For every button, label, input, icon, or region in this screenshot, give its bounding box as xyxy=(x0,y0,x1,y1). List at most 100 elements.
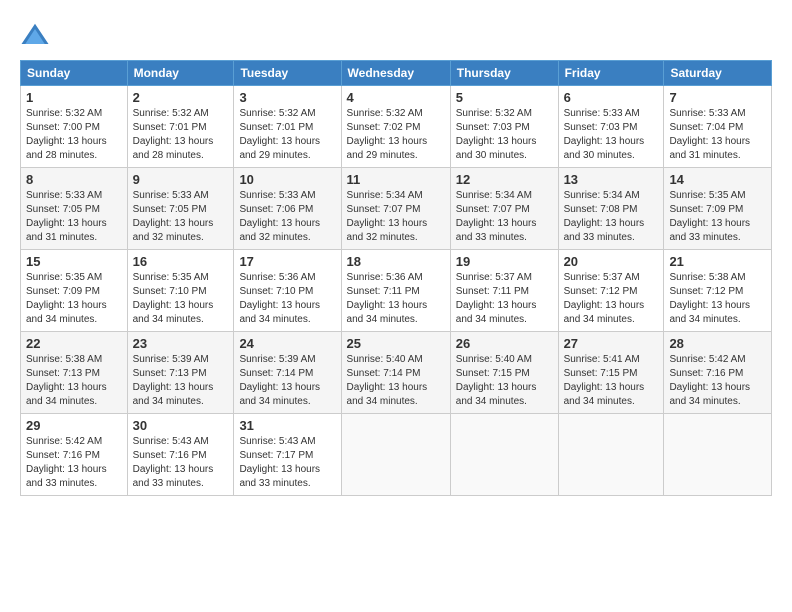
calendar-cell: 15Sunrise: 5:35 AM Sunset: 7:09 PM Dayli… xyxy=(21,250,128,332)
calendar-cell: 8 Sunrise: 5:33 AM Sunset: 7:05 PM Daylig… xyxy=(21,168,128,250)
day-number: 18 xyxy=(347,254,445,269)
day-number: 24 xyxy=(239,336,335,351)
calendar-cell: 26Sunrise: 5:40 AM Sunset: 7:15 PM Dayli… xyxy=(450,332,558,414)
day-info: Sunrise: 5:33 AM Sunset: 7:03 PM Dayligh… xyxy=(564,107,659,163)
calendar-cell: 20 Sunrise: 5:37 AM Sunset: 7:12 PM Dayli… xyxy=(558,250,664,332)
day-number: 7 xyxy=(669,90,766,105)
day-info: Sunrise: 5:34 AM Sunset: 7:08 PM Dayligh… xyxy=(564,189,659,245)
day-number: 19 xyxy=(456,254,553,269)
day-info: Sunrise: 5:33 AM Sunset: 7:06 PM Dayligh… xyxy=(239,189,335,245)
day-number: 11 xyxy=(347,172,445,187)
calendar-cell: 3 Sunrise: 5:32 AM Sunset: 7:01 PM Daylig… xyxy=(234,86,341,168)
calendar-cell xyxy=(450,414,558,496)
day-number: 5 xyxy=(456,90,553,105)
day-number: 2 xyxy=(133,90,229,105)
day-info: Sunrise: 5:32 AM Sunset: 7:02 PM Dayligh… xyxy=(347,107,445,163)
calendar-cell: 13Sunrise: 5:34 AM Sunset: 7:08 PM Dayli… xyxy=(558,168,664,250)
day-info: Sunrise: 5:33 AM Sunset: 7:04 PM Dayligh… xyxy=(669,107,766,163)
weekday-header-sunday: Sunday xyxy=(21,61,128,86)
day-info: Sunrise: 5:35 AM Sunset: 7:09 PM Dayligh… xyxy=(669,189,766,245)
calendar-table: SundayMondayTuesdayWednesdayThursdayFrid… xyxy=(20,60,772,496)
calendar-cell: 7 Sunrise: 5:33 AM Sunset: 7:04 PM Daylig… xyxy=(664,86,772,168)
calendar-cell: 22 Sunrise: 5:38 AM Sunset: 7:13 PM Dayli… xyxy=(21,332,128,414)
calendar-cell: 29 Sunrise: 5:42 AM Sunset: 7:16 PM Dayli… xyxy=(21,414,128,496)
calendar-cell: 28 Sunrise: 5:42 AM Sunset: 7:16 PM Dayli… xyxy=(664,332,772,414)
calendar-cell: 21 Sunrise: 5:38 AM Sunset: 7:12 PM Dayli… xyxy=(664,250,772,332)
calendar-cell: 11 Sunrise: 5:34 AM Sunset: 7:07 PM Dayli… xyxy=(341,168,450,250)
day-info: Sunrise: 5:42 AM Sunset: 7:16 PM Dayligh… xyxy=(669,353,766,409)
calendar-cell: 23 Sunrise: 5:39 AM Sunset: 7:13 PM Dayli… xyxy=(127,332,234,414)
day-number: 9 xyxy=(133,172,229,187)
day-number: 6 xyxy=(564,90,659,105)
page-header xyxy=(20,20,772,50)
day-number: 26 xyxy=(456,336,553,351)
calendar-cell: 5 Sunrise: 5:32 AM Sunset: 7:03 PM Daylig… xyxy=(450,86,558,168)
day-number: 14 xyxy=(669,172,766,187)
calendar-cell: 27 Sunrise: 5:41 AM Sunset: 7:15 PM Dayli… xyxy=(558,332,664,414)
day-number: 23 xyxy=(133,336,229,351)
day-number: 16 xyxy=(133,254,229,269)
weekday-header-wednesday: Wednesday xyxy=(341,61,450,86)
day-info: Sunrise: 5:37 AM Sunset: 7:12 PM Dayligh… xyxy=(564,271,659,327)
day-info: Sunrise: 5:35 AM Sunset: 7:09 PM Dayligh… xyxy=(26,271,122,327)
day-number: 22 xyxy=(26,336,122,351)
calendar-cell: 16 Sunrise: 5:35 AM Sunset: 7:10 PM Dayli… xyxy=(127,250,234,332)
calendar-cell: 2 Sunrise: 5:32 AM Sunset: 7:01 PM Daylig… xyxy=(127,86,234,168)
weekday-header-monday: Monday xyxy=(127,61,234,86)
calendar-cell: 4Sunrise: 5:32 AM Sunset: 7:02 PM Daylig… xyxy=(341,86,450,168)
day-info: Sunrise: 5:42 AM Sunset: 7:16 PM Dayligh… xyxy=(26,435,122,491)
day-info: Sunrise: 5:37 AM Sunset: 7:11 PM Dayligh… xyxy=(456,271,553,327)
calendar-cell xyxy=(664,414,772,496)
day-number: 20 xyxy=(564,254,659,269)
day-info: Sunrise: 5:39 AM Sunset: 7:14 PM Dayligh… xyxy=(239,353,335,409)
day-info: Sunrise: 5:34 AM Sunset: 7:07 PM Dayligh… xyxy=(347,189,445,245)
day-info: Sunrise: 5:32 AM Sunset: 7:00 PM Dayligh… xyxy=(26,107,122,163)
calendar-cell xyxy=(558,414,664,496)
calendar-cell: 14 Sunrise: 5:35 AM Sunset: 7:09 PM Dayli… xyxy=(664,168,772,250)
logo-icon xyxy=(20,20,50,50)
day-info: Sunrise: 5:36 AM Sunset: 7:10 PM Dayligh… xyxy=(239,271,335,327)
day-number: 29 xyxy=(26,418,122,433)
day-info: Sunrise: 5:39 AM Sunset: 7:13 PM Dayligh… xyxy=(133,353,229,409)
day-number: 1 xyxy=(26,90,122,105)
day-info: Sunrise: 5:36 AM Sunset: 7:11 PM Dayligh… xyxy=(347,271,445,327)
day-info: Sunrise: 5:32 AM Sunset: 7:01 PM Dayligh… xyxy=(133,107,229,163)
calendar-cell: 31Sunrise: 5:43 AM Sunset: 7:17 PM Dayli… xyxy=(234,414,341,496)
day-number: 17 xyxy=(239,254,335,269)
weekday-header-friday: Friday xyxy=(558,61,664,86)
calendar-week-5: 29 Sunrise: 5:42 AM Sunset: 7:16 PM Dayli… xyxy=(21,414,772,496)
calendar-cell: 24 Sunrise: 5:39 AM Sunset: 7:14 PM Dayli… xyxy=(234,332,341,414)
day-number: 31 xyxy=(239,418,335,433)
day-info: Sunrise: 5:32 AM Sunset: 7:03 PM Dayligh… xyxy=(456,107,553,163)
day-number: 3 xyxy=(239,90,335,105)
day-info: Sunrise: 5:33 AM Sunset: 7:05 PM Dayligh… xyxy=(133,189,229,245)
day-number: 8 xyxy=(26,172,122,187)
calendar-cell: 30Sunrise: 5:43 AM Sunset: 7:16 PM Dayli… xyxy=(127,414,234,496)
day-info: Sunrise: 5:38 AM Sunset: 7:13 PM Dayligh… xyxy=(26,353,122,409)
calendar-week-2: 8 Sunrise: 5:33 AM Sunset: 7:05 PM Daylig… xyxy=(21,168,772,250)
day-info: Sunrise: 5:38 AM Sunset: 7:12 PM Dayligh… xyxy=(669,271,766,327)
day-number: 25 xyxy=(347,336,445,351)
day-info: Sunrise: 5:35 AM Sunset: 7:10 PM Dayligh… xyxy=(133,271,229,327)
calendar-cell: 18 Sunrise: 5:36 AM Sunset: 7:11 PM Dayli… xyxy=(341,250,450,332)
day-number: 21 xyxy=(669,254,766,269)
day-number: 28 xyxy=(669,336,766,351)
calendar-cell: 19 Sunrise: 5:37 AM Sunset: 7:11 PM Dayli… xyxy=(450,250,558,332)
calendar-cell: 9 Sunrise: 5:33 AM Sunset: 7:05 PM Daylig… xyxy=(127,168,234,250)
calendar-cell: 1 Sunrise: 5:32 AM Sunset: 7:00 PM Daylig… xyxy=(21,86,128,168)
day-number: 27 xyxy=(564,336,659,351)
day-info: Sunrise: 5:40 AM Sunset: 7:14 PM Dayligh… xyxy=(347,353,445,409)
day-info: Sunrise: 5:32 AM Sunset: 7:01 PM Dayligh… xyxy=(239,107,335,163)
weekday-header-thursday: Thursday xyxy=(450,61,558,86)
day-number: 10 xyxy=(239,172,335,187)
calendar-cell: 10 Sunrise: 5:33 AM Sunset: 7:06 PM Dayli… xyxy=(234,168,341,250)
day-number: 30 xyxy=(133,418,229,433)
calendar-cell xyxy=(341,414,450,496)
day-info: Sunrise: 5:41 AM Sunset: 7:15 PM Dayligh… xyxy=(564,353,659,409)
calendar-cell: 17 Sunrise: 5:36 AM Sunset: 7:10 PM Dayli… xyxy=(234,250,341,332)
calendar-header-row: SundayMondayTuesdayWednesdayThursdayFrid… xyxy=(21,61,772,86)
calendar-cell: 12Sunrise: 5:34 AM Sunset: 7:07 PM Dayli… xyxy=(450,168,558,250)
calendar-week-3: 15Sunrise: 5:35 AM Sunset: 7:09 PM Dayli… xyxy=(21,250,772,332)
logo xyxy=(20,20,55,50)
day-info: Sunrise: 5:33 AM Sunset: 7:05 PM Dayligh… xyxy=(26,189,122,245)
